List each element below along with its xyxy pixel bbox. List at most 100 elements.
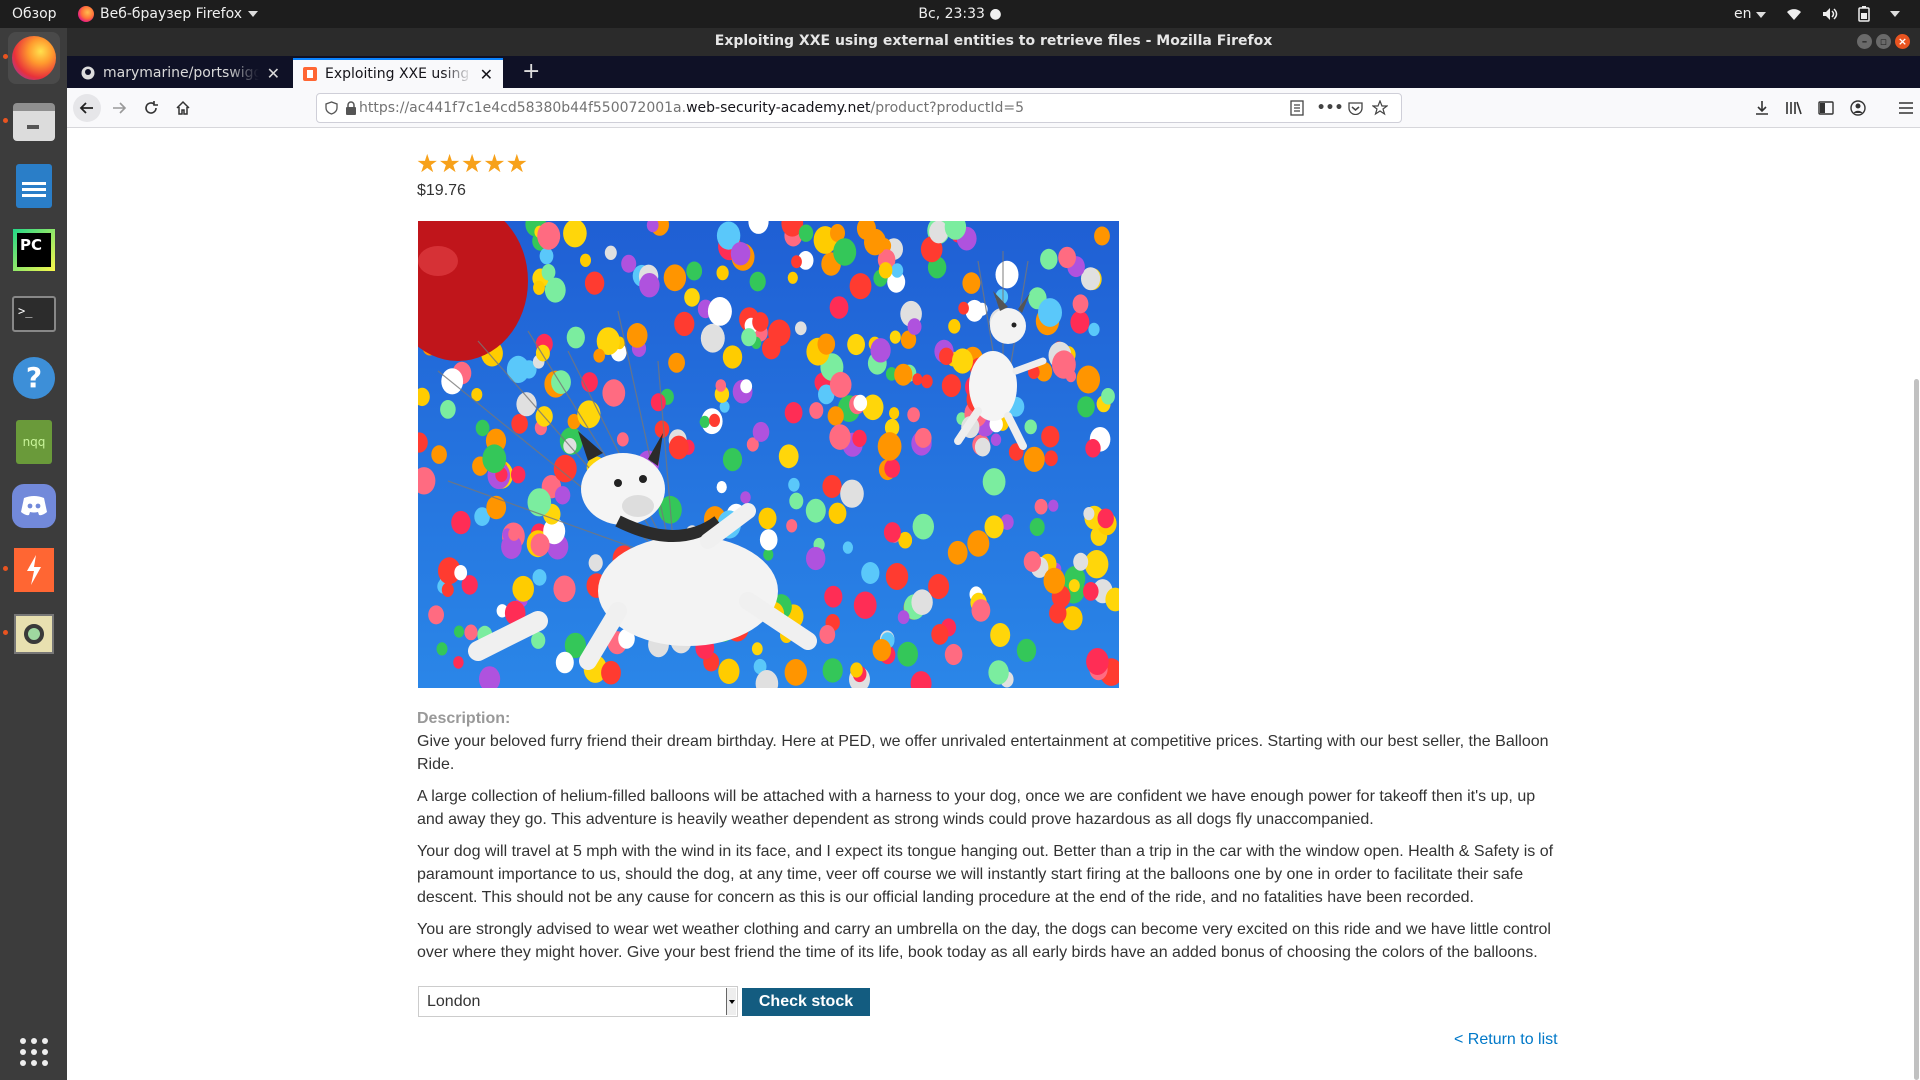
return-to-list-link[interactable]: < Return to list bbox=[1454, 1031, 1558, 1049]
balloon bbox=[511, 466, 526, 484]
balloon bbox=[454, 565, 468, 581]
tab-github[interactable]: marymarine/portswigger ✕ bbox=[71, 58, 290, 88]
balloon bbox=[889, 407, 900, 420]
balloon bbox=[486, 495, 507, 520]
store-select[interactable]: London bbox=[418, 986, 738, 1017]
dock-terminal[interactable]: >_ bbox=[8, 288, 60, 340]
library-button[interactable] bbox=[1782, 96, 1806, 120]
window-titlebar[interactable]: Exploiting XXE using external entities t… bbox=[67, 28, 1920, 56]
balloon bbox=[939, 347, 954, 365]
balloon bbox=[1034, 498, 1048, 515]
balloon bbox=[990, 433, 1002, 446]
balloon bbox=[1049, 602, 1067, 624]
dock-image-viewer[interactable] bbox=[8, 608, 60, 660]
chevron-down-icon[interactable] bbox=[726, 988, 736, 1015]
tracking-protection-shield-icon[interactable] bbox=[321, 98, 341, 118]
sidebar-icon bbox=[1818, 101, 1834, 115]
balloon bbox=[650, 393, 666, 412]
lock-icon[interactable] bbox=[341, 98, 361, 118]
reader-view-icon[interactable] bbox=[1287, 98, 1307, 118]
back-button[interactable] bbox=[73, 94, 101, 122]
balloon bbox=[577, 400, 601, 429]
close-tab-icon[interactable]: ✕ bbox=[267, 64, 280, 83]
balloon bbox=[911, 589, 933, 615]
reload-button[interactable] bbox=[139, 96, 163, 120]
balloon bbox=[1077, 396, 1095, 418]
dock-help[interactable]: ? bbox=[8, 352, 60, 404]
balloon bbox=[553, 454, 577, 483]
home-button[interactable] bbox=[171, 96, 195, 120]
tab-title: Exploiting XXE using external entities bbox=[325, 66, 472, 82]
forward-button[interactable] bbox=[107, 96, 131, 120]
balloon bbox=[639, 273, 660, 298]
url-bar[interactable]: https://ac441f7c1e4cd58380b44f550072001a… bbox=[316, 93, 1402, 123]
dock-writer[interactable] bbox=[8, 160, 60, 212]
balloon bbox=[791, 255, 802, 269]
url-path: /product?productId=5 bbox=[870, 100, 1025, 116]
clock[interactable]: Вс, 23:33 ● bbox=[0, 0, 1920, 28]
balloon bbox=[740, 491, 751, 504]
account-button[interactable] bbox=[1846, 96, 1870, 120]
pycharm-label: PC bbox=[17, 233, 51, 267]
page-content: ★★★★★ $19.76 Description: Give your belo… bbox=[67, 129, 1920, 1080]
balloon bbox=[995, 260, 1019, 289]
balloon bbox=[511, 413, 528, 434]
balloon bbox=[533, 280, 545, 295]
system-tray[interactable]: en bbox=[1734, 0, 1900, 28]
url-text[interactable]: https://ac441f7c1e4cd58380b44f550072001a… bbox=[359, 94, 1024, 122]
menu-button[interactable] bbox=[1894, 96, 1918, 120]
description-paragraph: A large collection of helium-filled ball… bbox=[417, 788, 1536, 828]
dock-burpsuite[interactable] bbox=[8, 544, 60, 596]
dock-discord[interactable] bbox=[8, 480, 60, 532]
new-tab-button[interactable]: + bbox=[522, 60, 540, 84]
dock-show-apps[interactable] bbox=[8, 1026, 60, 1078]
balloon bbox=[971, 599, 991, 622]
balloon bbox=[907, 318, 922, 335]
balloon bbox=[1070, 310, 1090, 334]
dock-notepadqq[interactable]: nqq bbox=[8, 416, 60, 468]
minimize-button[interactable]: – bbox=[1857, 34, 1872, 49]
balloon bbox=[894, 363, 913, 386]
dock-pycharm[interactable]: PC bbox=[8, 224, 60, 276]
scrollbar[interactable] bbox=[1912, 129, 1920, 1080]
balloon bbox=[947, 540, 968, 565]
check-stock-button[interactable]: Check stock bbox=[742, 988, 870, 1016]
balloon bbox=[668, 435, 689, 460]
window-controls: – ▫ × bbox=[1857, 34, 1910, 49]
balloon bbox=[897, 641, 918, 667]
balloon bbox=[1024, 419, 1037, 435]
pocket-icon[interactable] bbox=[1345, 98, 1365, 118]
balloon bbox=[819, 625, 836, 644]
balloon bbox=[668, 352, 685, 373]
page-actions-icon[interactable]: ••• bbox=[1317, 98, 1344, 118]
balloon bbox=[944, 643, 963, 666]
balloon bbox=[788, 477, 800, 492]
balloon bbox=[822, 475, 842, 498]
balloon bbox=[749, 271, 766, 292]
tab-active-lab[interactable]: Exploiting XXE using external entities ✕ bbox=[293, 58, 503, 88]
sidebar-button[interactable] bbox=[1814, 96, 1838, 120]
scrollbar-thumb[interactable] bbox=[1914, 379, 1919, 1080]
balloon bbox=[941, 374, 962, 398]
reload-icon bbox=[145, 101, 158, 114]
close-window-button[interactable]: × bbox=[1895, 34, 1910, 49]
dock-firefox[interactable] bbox=[8, 32, 60, 84]
close-tab-icon[interactable]: ✕ bbox=[480, 65, 493, 84]
balloon bbox=[532, 569, 547, 586]
firefox-icon bbox=[12, 36, 56, 80]
maximize-button[interactable]: ▫ bbox=[1876, 34, 1891, 49]
balloon bbox=[1072, 294, 1089, 314]
pycharm-icon: PC bbox=[13, 229, 55, 271]
bookmark-star-icon[interactable] bbox=[1370, 98, 1390, 118]
github-icon bbox=[81, 66, 95, 80]
downloads-button[interactable] bbox=[1750, 96, 1774, 120]
rating-stars: ★★★★★ bbox=[416, 149, 529, 178]
balloon bbox=[827, 406, 844, 426]
balloon bbox=[885, 563, 909, 590]
balloon bbox=[512, 575, 534, 602]
keyboard-layout-indicator[interactable]: en bbox=[1734, 0, 1766, 28]
ubuntu-dock: PC >_ ? nqq bbox=[0, 28, 67, 1080]
balloon bbox=[870, 338, 891, 363]
dock-files[interactable] bbox=[8, 96, 60, 148]
balloon bbox=[453, 625, 465, 638]
